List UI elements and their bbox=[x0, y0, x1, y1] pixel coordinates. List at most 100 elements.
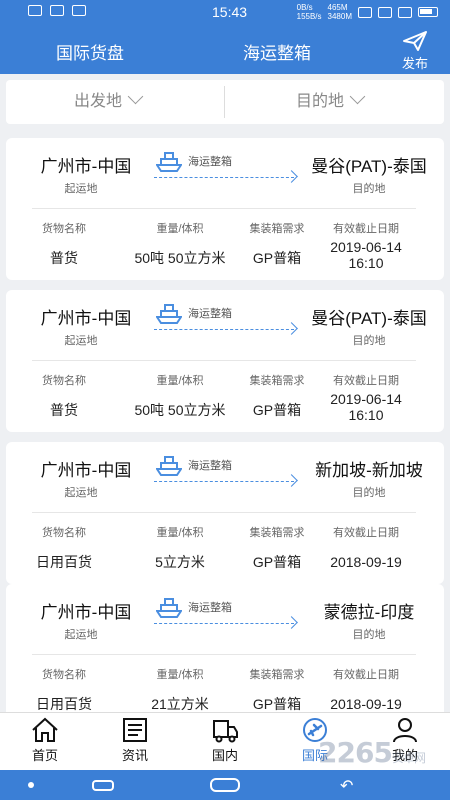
cargo-name-col: 货物名称 日用百货 bbox=[28, 666, 100, 712]
publish-button[interactable]: 发布 bbox=[398, 30, 432, 72]
destination-label: 目的地 bbox=[352, 335, 386, 347]
transport-type: 海运整箱 bbox=[188, 602, 232, 614]
container-value: GP普箱 bbox=[252, 402, 302, 418]
network-speed-down: 155B/s bbox=[296, 12, 322, 21]
origin-label: 起运地 bbox=[64, 335, 98, 347]
transport-type: 海运整箱 bbox=[188, 156, 232, 168]
publish-label: 发布 bbox=[401, 56, 428, 71]
cargo-value: 日用百货 bbox=[36, 554, 92, 570]
tab-domestic-label: 国内 bbox=[211, 748, 238, 763]
battery-capacity: 465M bbox=[327, 3, 348, 12]
page-title: 海运整箱 bbox=[243, 44, 311, 63]
weight-header: 重量/体积 bbox=[156, 375, 204, 387]
deadline-date: 2019-06-14 bbox=[330, 239, 402, 255]
divider bbox=[32, 654, 416, 655]
deadline-header: 有效截止日期 bbox=[333, 669, 399, 681]
cargo-header: 货物名称 bbox=[42, 527, 86, 539]
origin-filter[interactable]: 出发地 bbox=[74, 80, 144, 124]
container-col: 集装箱需求 GP普箱 bbox=[234, 220, 320, 266]
destination-filter[interactable]: 目的地 bbox=[296, 80, 366, 124]
cargo-header: 货物名称 bbox=[42, 223, 86, 235]
watermark-suffix: 安卓网 bbox=[391, 751, 426, 765]
container-col: 集装箱需求 GP普箱 bbox=[234, 524, 320, 570]
origin-city: 广州市-中国 bbox=[40, 461, 132, 480]
tab-domestic[interactable]: 国内 bbox=[190, 717, 260, 764]
tab-home-label: 首页 bbox=[31, 748, 58, 763]
status-left-icons bbox=[28, 5, 86, 16]
divider bbox=[32, 512, 416, 513]
deadline-header: 有效截止日期 bbox=[333, 223, 399, 235]
mute-icon bbox=[358, 6, 372, 18]
wifi-icon bbox=[398, 6, 412, 18]
weight-value: 50吨 50立方米 bbox=[134, 402, 226, 418]
weight-value: 21立方米 bbox=[151, 696, 209, 712]
status-bar: 15:43 0B/s 155B/s 465M 3480M bbox=[0, 0, 450, 26]
container-value: GP普箱 bbox=[252, 554, 302, 570]
deadline-col: 有效截止日期 2018-09-19 bbox=[314, 666, 418, 712]
filter-bar: 出发地 目的地 bbox=[6, 80, 444, 124]
cargo-card[interactable]: 广州市-中国 起运地 海运整箱 蒙德拉-印度 目的地 货物名称 日用百货 重量/… bbox=[6, 584, 444, 726]
cargo-header: 货物名称 bbox=[42, 375, 86, 387]
signal-icon bbox=[28, 5, 42, 16]
battery-capacity-2: 3480M bbox=[327, 12, 352, 21]
origin-city: 广州市-中国 bbox=[40, 603, 132, 622]
route-line bbox=[154, 623, 294, 624]
system-nav-bar: ↶ bbox=[0, 770, 450, 800]
origin-city: 广州市-中国 bbox=[40, 157, 132, 176]
app-header: 国际货盘 海运整箱 发布 bbox=[0, 26, 450, 74]
weight-header: 重量/体积 bbox=[156, 527, 204, 539]
tab-home[interactable]: 首页 bbox=[10, 717, 80, 764]
deadline-date: 2019-06-14 bbox=[330, 391, 402, 407]
weight-col: 重量/体积 50吨 50立方米 bbox=[122, 372, 238, 418]
deadline-time: 16:10 bbox=[348, 255, 384, 271]
tab-international-market[interactable]: 国际货盘 bbox=[56, 39, 124, 64]
origin-label: 起运地 bbox=[64, 487, 98, 499]
image-icon bbox=[50, 5, 64, 16]
container-header: 集装箱需求 bbox=[249, 223, 305, 235]
ship-icon bbox=[156, 598, 182, 618]
route-line bbox=[154, 329, 294, 330]
nav-dot-icon[interactable] bbox=[28, 782, 34, 788]
deadline-col: 有效截止日期 2019-06-14 16:10 bbox=[314, 220, 418, 271]
home-button-icon[interactable] bbox=[210, 778, 240, 792]
origin-label: 起运地 bbox=[64, 629, 98, 641]
route-line bbox=[154, 177, 294, 178]
cargo-value: 普货 bbox=[50, 250, 78, 266]
ship-icon bbox=[156, 456, 182, 476]
container-header: 集装箱需求 bbox=[249, 669, 305, 681]
cargo-header: 货物名称 bbox=[42, 669, 86, 681]
battery-icon bbox=[418, 7, 438, 17]
home-icon bbox=[32, 717, 58, 742]
ship-icon bbox=[156, 304, 182, 324]
cargo-name-col: 货物名称 普货 bbox=[28, 220, 100, 266]
container-col: 集装箱需求 GP普箱 bbox=[234, 666, 320, 712]
weight-col: 重量/体积 5立方米 bbox=[122, 524, 238, 570]
news-icon bbox=[123, 718, 147, 742]
destination-filter-label: 目的地 bbox=[296, 93, 345, 110]
cargo-name-col: 货物名称 普货 bbox=[28, 372, 100, 418]
cargo-card[interactable]: 广州市-中国 起运地 海运整箱 曼谷(PAT)-泰国 目的地 货物名称 普货 重… bbox=[6, 138, 444, 280]
chart-icon bbox=[72, 5, 86, 16]
cargo-card[interactable]: 广州市-中国 起运地 海运整箱 曼谷(PAT)-泰国 目的地 货物名称 普货 重… bbox=[6, 290, 444, 432]
back-icon[interactable]: ↶ bbox=[340, 776, 353, 796]
destination-label: 目的地 bbox=[352, 183, 386, 195]
truck-icon bbox=[213, 720, 238, 743]
weight-col: 重量/体积 50吨 50立方米 bbox=[122, 220, 238, 266]
status-time: 15:43 bbox=[212, 4, 248, 20]
route-line bbox=[154, 481, 294, 482]
alarm-icon bbox=[378, 6, 392, 18]
container-value: GP普箱 bbox=[252, 250, 302, 266]
recent-apps-icon[interactable] bbox=[92, 780, 114, 791]
deadline-col: 有效截止日期 2018-09-19 bbox=[314, 524, 418, 570]
weight-col: 重量/体积 21立方米 bbox=[122, 666, 238, 712]
origin-filter-label: 出发地 bbox=[74, 93, 123, 110]
network-speed-up: 0B/s bbox=[296, 3, 313, 12]
destination-city: 曼谷(PAT)-泰国 bbox=[311, 309, 427, 328]
deadline-col: 有效截止日期 2019-06-14 16:10 bbox=[314, 372, 418, 423]
ship-icon bbox=[156, 152, 182, 172]
destination-city: 曼谷(PAT)-泰国 bbox=[311, 157, 427, 176]
weight-header: 重量/体积 bbox=[156, 223, 204, 235]
watermark-logo: 2265安卓网 bbox=[318, 736, 426, 769]
cargo-card[interactable]: 广州市-中国 起运地 海运整箱 新加坡-新加坡 目的地 货物名称 日用百货 重量… bbox=[6, 442, 444, 584]
tab-news[interactable]: 资讯 bbox=[100, 717, 170, 764]
